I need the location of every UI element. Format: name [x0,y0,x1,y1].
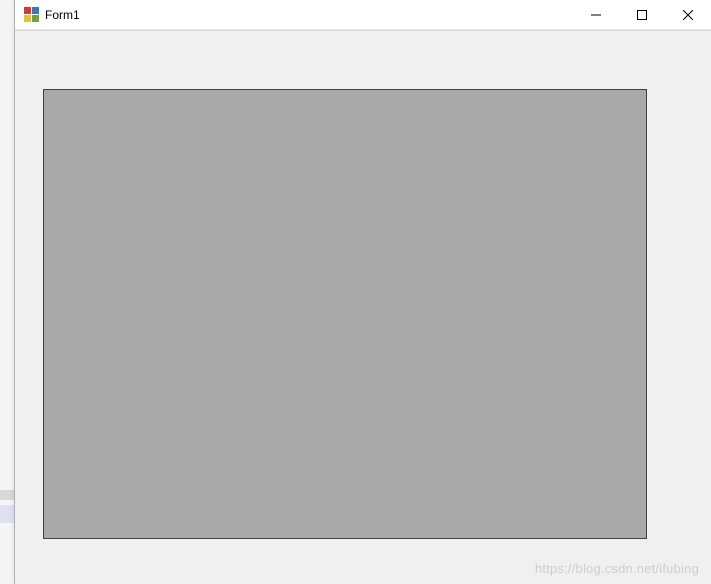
gray-panel [43,89,647,539]
background-strip [0,0,14,584]
bg-decor-2 [0,505,14,523]
window-controls [573,0,711,29]
bg-decor-1 [0,490,14,500]
maximize-button[interactable] [619,0,665,30]
minimize-button[interactable] [573,0,619,30]
maximize-icon [637,10,647,20]
window-form1: Form1 https://blog.csdn.net/if [14,0,711,584]
window-title: Form1 [45,8,80,22]
watermark-text: https://blog.csdn.net/ifubing [535,561,699,576]
close-icon [683,10,693,20]
titlebar[interactable]: Form1 [15,0,711,30]
app-icon [23,7,39,23]
minimize-icon [591,10,601,20]
client-area: https://blog.csdn.net/ifubing [15,30,711,584]
close-button[interactable] [665,0,711,30]
